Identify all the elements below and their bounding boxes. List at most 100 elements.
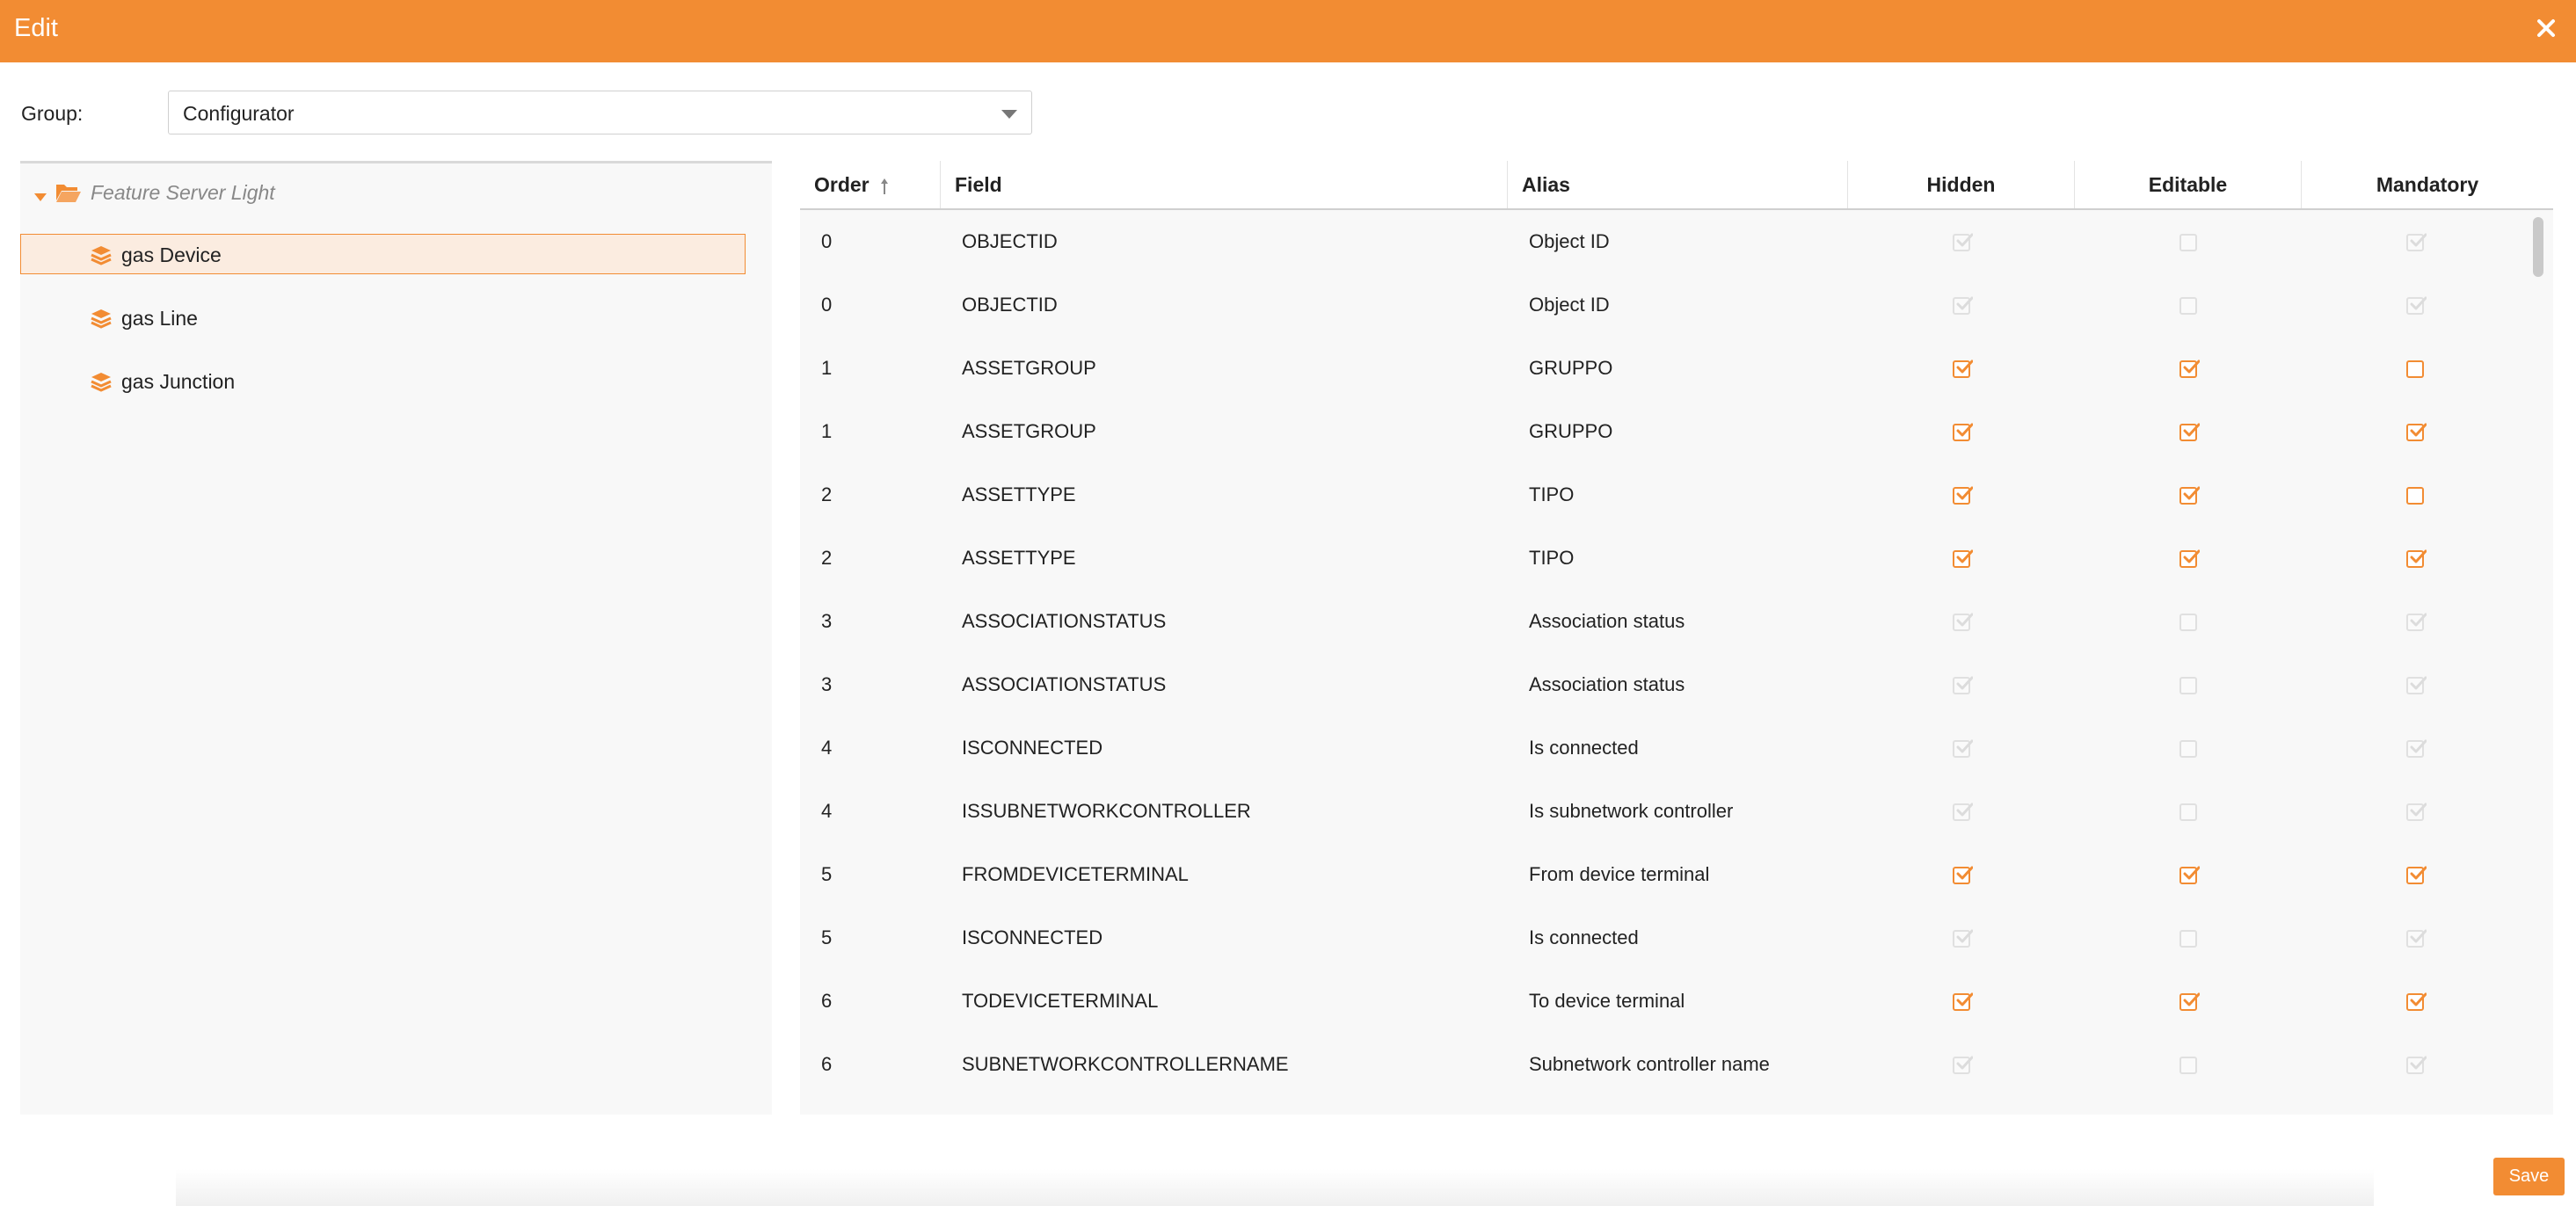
column-header-order[interactable]: Order [800,161,941,208]
alias-cell: Is connected [1529,737,1639,759]
checkmark-icon [1956,676,1973,690]
table-row: 6 SUBNETWORKCONTROLLERNAME Subnetwork cont… [800,1033,2528,1096]
close-icon[interactable] [2530,12,2562,44]
checkmark-icon [2410,233,2427,247]
checkmark-icon [2410,1056,2427,1070]
layers-icon [91,373,112,392]
mandatory-checkbox [2406,676,2427,694]
order-cell: 0 [821,230,833,252]
table-row: 3 ASSOCIATIONSTATUS Association status [800,653,2528,716]
column-header-hidden[interactable]: Hidden [1848,161,2075,208]
editable-checkbox[interactable] [2179,866,2200,884]
order-cell: 1 [821,357,833,379]
caret-down-icon[interactable] [34,193,47,201]
editable-checkbox[interactable] [2179,423,2200,441]
hidden-checkbox[interactable] [1953,360,1973,378]
alias-cell: To device terminal [1529,990,1685,1012]
checkmark-icon [2410,423,2427,437]
tree-root-label: Feature Server Light [91,181,275,204]
dialog-bottom-shadow [176,1169,2374,1206]
alias-cell: Association status [1529,673,1685,695]
checkmark-icon [1956,1056,1973,1070]
hidden-checkbox[interactable] [1953,992,1973,1011]
field-cell: ASSETGROUP [962,357,1096,379]
scrollbar-thumb[interactable] [2533,217,2543,277]
column-header-mandatory[interactable]: Mandatory [2302,161,2553,208]
order-cell: 3 [821,673,833,695]
table-scrollbar[interactable] [2529,210,2548,1115]
column-header-alias[interactable]: Alias [1508,161,1848,208]
field-cell: SUBNETWORKCONTROLLERNAME [962,1053,1289,1075]
table-row: 3 ASSOCIATIONSTATUS Association status [800,590,2528,653]
order-cell: 1 [821,420,833,442]
editable-checkbox [2179,803,2197,821]
checkmark-icon [2410,676,2427,690]
alias-cell: Object ID [1529,294,1610,316]
fields-table: Order Field Alias Hidden Editable Mandat… [800,161,2553,1115]
table-row: 0 OBJECTID Object ID [800,210,2528,273]
tree-item[interactable]: gas Junction [20,360,746,401]
hidden-checkbox [1953,233,1973,251]
checkmark-icon [1956,296,1973,310]
editable-checkbox[interactable] [2179,486,2200,505]
checkmark-icon [2183,486,2200,500]
order-cell: 2 [821,483,833,505]
checkmark-icon [2410,929,2427,943]
field-cell: ASSOCIATIONSTATUS [962,610,1167,632]
mandatory-checkbox[interactable] [2406,487,2424,505]
checkmark-icon [1956,486,1973,500]
mandatory-checkbox [2406,613,2427,631]
alias-cell: From device terminal [1529,863,1710,885]
checkmark-icon [1956,739,1973,753]
folder-open-icon [56,185,81,202]
hidden-checkbox[interactable] [1953,866,1973,884]
editable-checkbox [2179,677,2197,694]
checkmark-icon [2183,423,2200,437]
editable-checkbox [2179,297,2197,315]
field-cell: ISCONNECTED [962,737,1103,759]
editable-checkbox[interactable] [2179,549,2200,568]
checkmark-icon [2410,866,2427,880]
group-select[interactable]: Configurator [168,91,1032,134]
editable-checkbox [2179,740,2197,758]
column-header-order-label: Order [814,173,870,196]
hidden-checkbox[interactable] [1953,549,1973,568]
checkmark-icon [2183,549,2200,563]
checkmark-icon [2183,360,2200,374]
field-cell: OBJECTID [962,294,1058,316]
hidden-checkbox[interactable] [1953,486,1973,505]
column-header-editable[interactable]: Editable [2075,161,2302,208]
alias-cell: Is subnetwork controller [1529,800,1734,822]
checkmark-icon [2183,866,2200,880]
mandatory-checkbox [2406,1056,2427,1074]
alias-cell: Subnetwork controller name [1529,1053,1770,1075]
editable-checkbox[interactable] [2179,992,2200,1011]
mandatory-checkbox[interactable] [2406,992,2427,1011]
sort-ascending-icon[interactable] [878,177,891,196]
tree-item[interactable]: gas Line [20,297,746,338]
checkmark-icon [2410,296,2427,310]
save-button[interactable]: Save [2493,1158,2565,1195]
tree-item[interactable]: gas Device [20,234,746,274]
editable-checkbox[interactable] [2179,360,2200,378]
checkmark-icon [1956,929,1973,943]
mandatory-checkbox[interactable] [2406,549,2427,568]
mandatory-checkbox[interactable] [2406,423,2427,441]
table-row: 4 ISSUBNETWORKCONTROLLER Is subnetwork con… [800,780,2528,843]
editable-checkbox [2179,1057,2197,1074]
checkmark-icon [1956,866,1973,880]
hidden-checkbox [1953,296,1973,315]
field-cell: ISSUBNETWORKCONTROLLER [962,800,1251,822]
tree-item-label: gas Line [121,307,198,330]
field-cell: FROMDEVICETERMINAL [962,863,1189,885]
alias-cell: TIPO [1529,547,1575,569]
chevron-down-icon [1001,110,1017,119]
hidden-checkbox[interactable] [1953,423,1973,441]
mandatory-checkbox[interactable] [2406,866,2427,884]
checkmark-icon [2410,613,2427,627]
checkmark-icon [1956,233,1973,247]
column-header-field[interactable]: Field [941,161,1508,208]
alias-cell: GRUPPO [1529,357,1613,379]
mandatory-checkbox[interactable] [2406,360,2424,378]
checkmark-icon [1956,613,1973,627]
